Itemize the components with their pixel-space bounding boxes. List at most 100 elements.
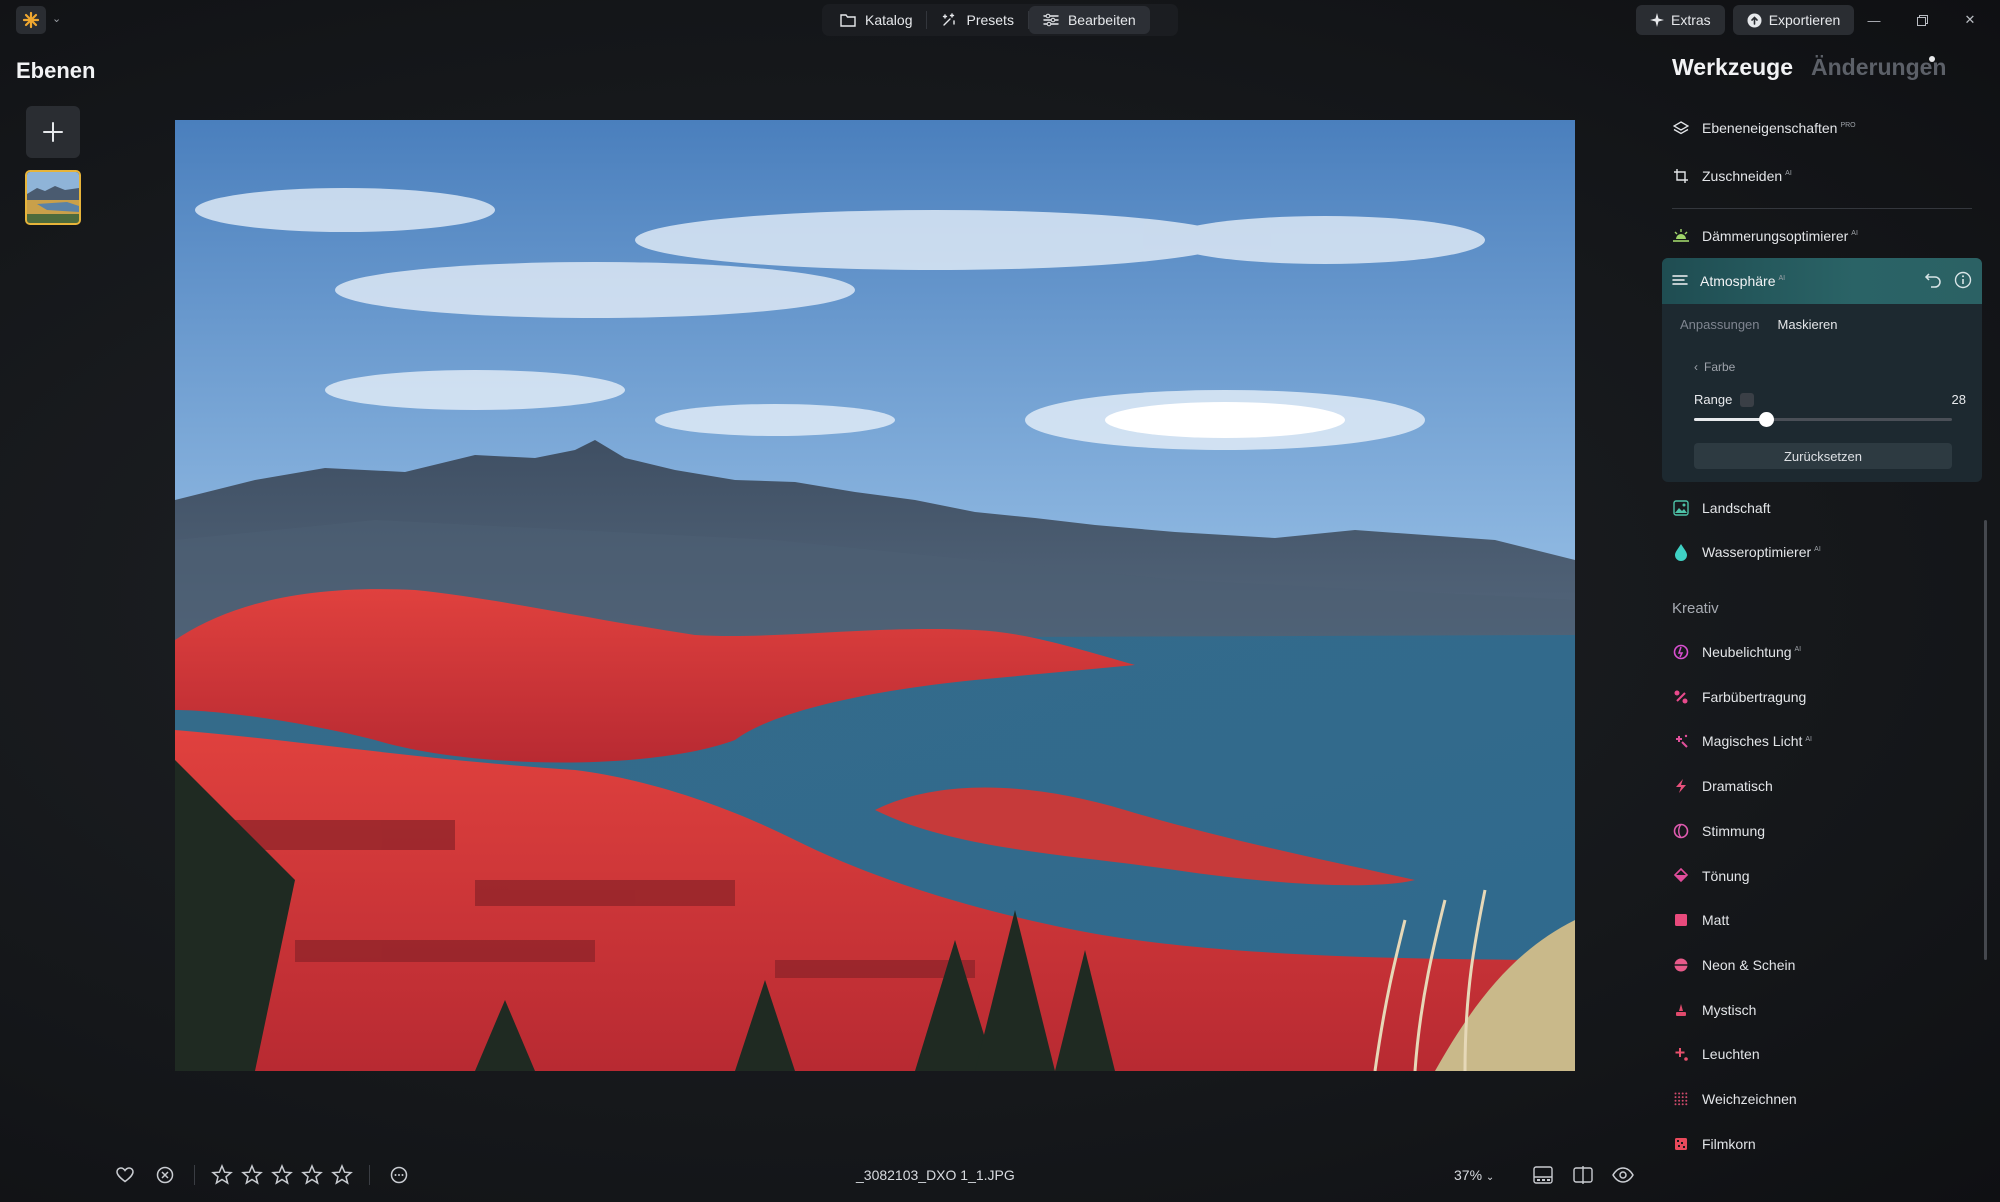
tool-wasseroptimierer[interactable]: Wasseroptimierer AI bbox=[1672, 540, 1821, 564]
mystic-icon bbox=[1672, 1001, 1690, 1019]
reject-icon[interactable] bbox=[150, 1160, 180, 1190]
photo-canvas[interactable] bbox=[175, 120, 1575, 1071]
relight-icon bbox=[1672, 643, 1690, 661]
tool-ebeneneigenschaften[interactable]: Ebeneneigenschaften PRO bbox=[1672, 116, 1856, 140]
layers-title: Ebenen bbox=[16, 58, 96, 83]
section-kreativ: Kreativ bbox=[1672, 600, 1719, 617]
tool-daemmerungsoptimierer[interactable]: Dämmerungsoptimierer AI bbox=[1672, 224, 1858, 248]
back-farbe[interactable]: ‹ Farbe bbox=[1694, 360, 1735, 374]
chevron-down-icon: ⌄ bbox=[1485, 1172, 1495, 1183]
app-window: ⌄ Katalog Presets Bearbeiten Extras Expo… bbox=[0, 0, 2000, 1202]
tool-label: Landschaft bbox=[1702, 500, 1771, 516]
restore-icon[interactable] bbox=[1898, 6, 1946, 34]
ai-badge: AI bbox=[1794, 646, 1802, 654]
zoom-value: 37% bbox=[1454, 1167, 1483, 1183]
star-icon[interactable] bbox=[209, 1164, 235, 1186]
tool-zuschneiden[interactable]: Zuschneiden AI bbox=[1672, 164, 1792, 188]
sunset-icon bbox=[1672, 227, 1690, 245]
tool-mystic[interactable]: Mystisch bbox=[1672, 998, 1756, 1022]
range-slider[interactable] bbox=[1694, 412, 1952, 427]
tool-magic-light[interactable]: Magisches Licht AI bbox=[1672, 729, 1812, 753]
star-icon[interactable] bbox=[299, 1164, 325, 1186]
layers-icon bbox=[1672, 119, 1690, 137]
star-icon[interactable] bbox=[269, 1164, 295, 1186]
tool-label: Stimmung bbox=[1702, 822, 1766, 839]
range-toggle[interactable] bbox=[1740, 392, 1755, 407]
layer-thumbnail[interactable] bbox=[25, 170, 81, 225]
water-drop-icon bbox=[1672, 543, 1690, 561]
export-label: Exportieren bbox=[1768, 12, 1841, 28]
atmosphere-subtabs: Anpassungen Maskieren bbox=[1680, 317, 1837, 332]
app-logo-icon bbox=[22, 11, 40, 29]
film-grain-icon bbox=[1672, 1135, 1690, 1153]
star-icon[interactable] bbox=[239, 1164, 265, 1186]
filmstrip-icon[interactable] bbox=[1528, 1160, 1558, 1190]
panel-divider bbox=[1672, 208, 1972, 209]
undo-icon[interactable] bbox=[1924, 271, 1942, 289]
close-icon[interactable]: ✕ bbox=[1946, 6, 1994, 34]
slider-handle[interactable] bbox=[1759, 412, 1775, 427]
tool-label: Matt bbox=[1702, 912, 1730, 929]
ai-badge: AI bbox=[1805, 735, 1813, 743]
tool-landschaft[interactable]: Landschaft bbox=[1672, 496, 1771, 520]
minimize-icon[interactable]: — bbox=[1850, 6, 1898, 34]
chevron-left-icon: ‹ bbox=[1694, 360, 1698, 374]
tool-label: Zuschneiden bbox=[1702, 168, 1783, 184]
tool-relight[interactable]: Neubelichtung AI bbox=[1672, 640, 1801, 664]
tool-label: Farbübertragung bbox=[1702, 688, 1807, 705]
tool-mood[interactable]: Stimmung bbox=[1672, 819, 1765, 843]
atmosphere-header[interactable]: Atmosphäre AI bbox=[1662, 258, 1982, 304]
tool-label: Wasseroptimierer bbox=[1702, 544, 1812, 560]
nav-bearbeiten-label: Bearbeiten bbox=[1067, 12, 1136, 28]
ai-badge: AI bbox=[1785, 170, 1792, 178]
subtab-anpassungen[interactable]: Anpassungen bbox=[1680, 317, 1760, 332]
tool-glow[interactable]: Leuchten bbox=[1672, 1042, 1760, 1066]
window-controls: — ✕ bbox=[1850, 6, 1994, 34]
compare-icon[interactable] bbox=[1568, 1160, 1598, 1190]
tool-lightning[interactable]: Dramatisch bbox=[1672, 774, 1773, 798]
more-options-icon[interactable] bbox=[384, 1160, 414, 1190]
nav-katalog[interactable]: Katalog bbox=[826, 6, 926, 34]
tool-label: Filmkorn bbox=[1702, 1135, 1756, 1152]
subtab-maskieren[interactable]: Maskieren bbox=[1778, 317, 1838, 332]
tool-blur[interactable]: Weichzeichnen bbox=[1672, 1087, 1797, 1111]
nav-presets[interactable]: Presets bbox=[927, 6, 1027, 34]
panel-scrollbar[interactable] bbox=[1984, 520, 1987, 960]
eye-icon[interactable] bbox=[1608, 1160, 1638, 1190]
tool-film-grain[interactable]: Filmkorn bbox=[1672, 1132, 1756, 1156]
right-panel-tabs: Werkzeuge Änderungen bbox=[1672, 54, 1946, 81]
tool-color-transfer[interactable]: Farbübertragung bbox=[1672, 685, 1806, 709]
sliders-icon bbox=[1043, 13, 1059, 27]
chevron-down-icon[interactable]: ⌄ bbox=[52, 12, 61, 25]
tool-label: Neubelichtung bbox=[1702, 644, 1792, 660]
bucket-icon bbox=[1672, 867, 1690, 885]
mood-icon bbox=[1672, 822, 1690, 840]
tool-label: Mystisch bbox=[1702, 1001, 1757, 1018]
heart-icon[interactable] bbox=[110, 1160, 140, 1190]
tab-aenderungen[interactable]: Änderungen bbox=[1811, 54, 1946, 81]
reset-button[interactable]: Zurücksetzen bbox=[1694, 443, 1952, 469]
add-layer-button[interactable] bbox=[26, 106, 80, 158]
filename-label: _3082103_DXO 1_1.JPG bbox=[856, 1167, 1015, 1183]
app-menu-button[interactable] bbox=[16, 6, 46, 34]
export-button[interactable]: Exportieren bbox=[1732, 5, 1855, 35]
magic-light-icon bbox=[1672, 732, 1690, 750]
info-icon[interactable] bbox=[1954, 271, 1972, 289]
tool-bucket[interactable]: Tönung bbox=[1672, 864, 1749, 888]
tool-matte[interactable]: Matt bbox=[1672, 908, 1729, 932]
extras-button[interactable]: Extras bbox=[1636, 5, 1725, 35]
tool-neon[interactable]: Neon & Schein bbox=[1672, 953, 1795, 977]
glow-icon bbox=[1672, 1045, 1690, 1063]
range-value[interactable]: 28 bbox=[1932, 392, 1966, 407]
ai-badge: AI bbox=[1814, 546, 1821, 554]
main-nav: Katalog Presets Bearbeiten bbox=[822, 4, 1178, 36]
back-label: Farbe bbox=[1704, 360, 1736, 374]
plus-icon bbox=[43, 122, 63, 142]
bottom-toolbar bbox=[110, 1160, 414, 1190]
tab-werkzeuge[interactable]: Werkzeuge bbox=[1672, 54, 1793, 81]
nav-bearbeiten[interactable]: Bearbeiten bbox=[1028, 6, 1150, 34]
zoom-dropdown[interactable]: 37% ⌄ bbox=[1454, 1167, 1494, 1183]
star-icon[interactable] bbox=[329, 1164, 355, 1186]
ai-badge: AI bbox=[1851, 230, 1858, 238]
tool-label: Tönung bbox=[1702, 867, 1750, 884]
